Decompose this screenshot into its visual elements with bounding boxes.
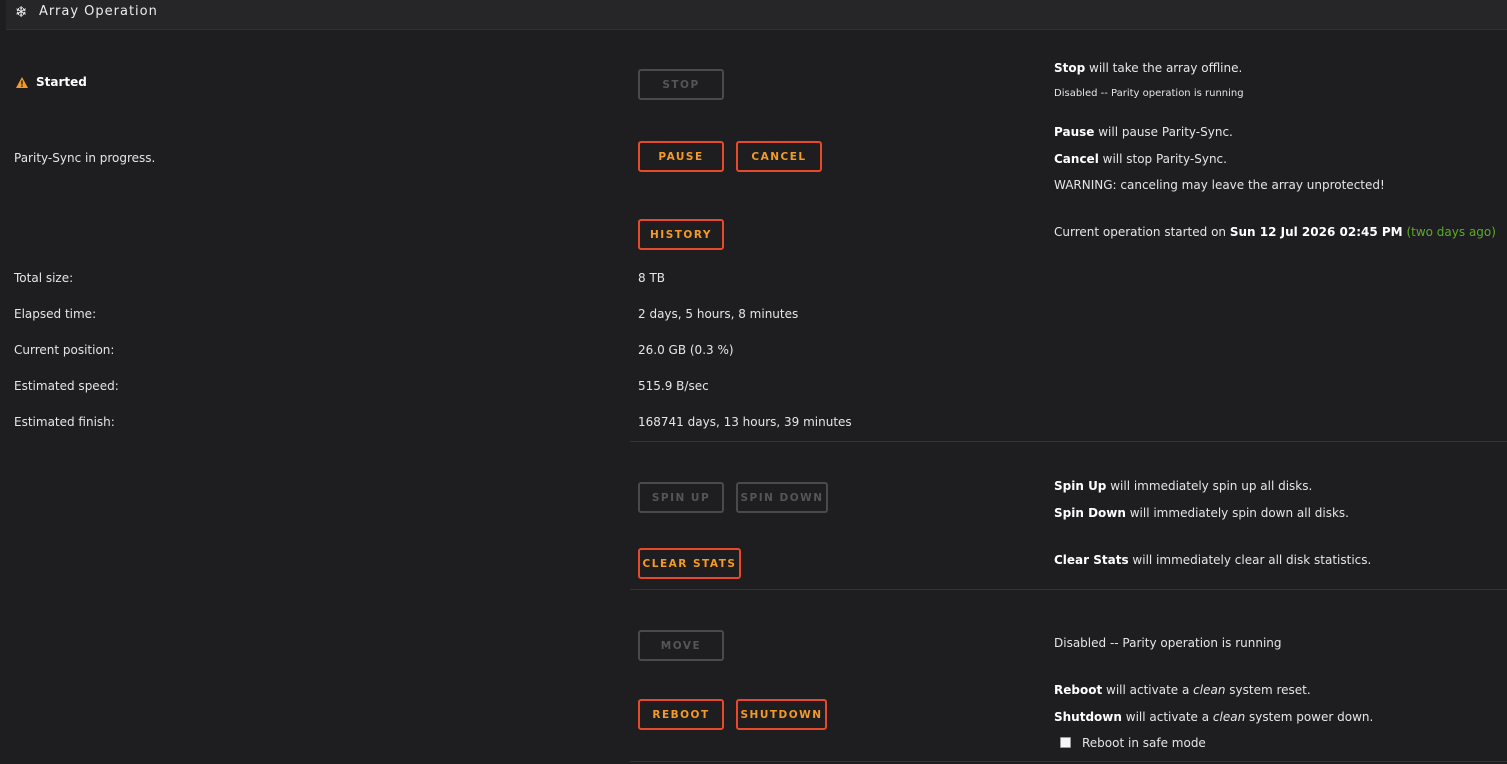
stat-value: 8 TB (638, 271, 666, 285)
shutdown-button[interactable]: SHUTDOWN (736, 699, 827, 730)
spin-down-button[interactable]: SPIN DOWN (736, 482, 828, 513)
stat-value: 168741 days, 13 hours, 39 minutes (638, 415, 852, 429)
array-status-label: Started (36, 75, 87, 89)
pause-help: Pause will pause Parity-Sync. (1054, 125, 1233, 139)
stat-label: Elapsed time: (14, 307, 97, 321)
section-divider (630, 441, 1507, 442)
stat-value: 515.9 B/sec (638, 379, 709, 393)
stat-value: 2 days, 5 hours, 8 minutes (638, 307, 799, 321)
safe-mode-label[interactable]: Reboot in safe mode (1082, 736, 1206, 750)
spin-down-help: Spin Down will immediately spin down all… (1054, 506, 1349, 520)
operation-started-info: Current operation started on Sun 12 Jul … (1054, 225, 1496, 239)
stat-label: Current position: (14, 343, 115, 357)
pause-button[interactable]: PAUSE (638, 141, 724, 172)
stop-button[interactable]: STOP (638, 69, 724, 100)
spin-up-button[interactable]: SPIN UP (638, 482, 724, 513)
section-divider (630, 761, 1507, 762)
spin-up-help: Spin Up will immediately spin up all dis… (1054, 479, 1313, 493)
clear-stats-help: Clear Stats will immediately clear all d… (1054, 553, 1372, 567)
parity-status-label: Parity-Sync in progress. (14, 151, 156, 165)
reboot-help: Reboot will activate a clean system rese… (1054, 683, 1311, 697)
history-button[interactable]: HISTORY (638, 219, 724, 250)
stat-label: Estimated speed: (14, 379, 119, 393)
snowflake-icon: ❄ (15, 3, 28, 21)
shutdown-help: Shutdown will activate a clean system po… (1054, 710, 1374, 724)
cancel-warning: WARNING: canceling may leave the array u… (1054, 178, 1385, 192)
cancel-button[interactable]: CANCEL (736, 141, 822, 172)
stat-value: 26.0 GB (0.3 %) (638, 343, 734, 357)
safe-mode-checkbox[interactable] (1060, 737, 1071, 748)
move-disabled-note: Disabled -- Parity operation is running (1054, 636, 1282, 650)
section-title: Array Operation (39, 4, 158, 19)
clear-stats-button[interactable]: CLEAR STATS (638, 548, 741, 579)
stop-help: Stop will take the array offline. (1054, 61, 1243, 75)
section-header: ❄ Array Operation (6, 0, 1507, 30)
reboot-button[interactable]: REBOOT (638, 699, 724, 730)
move-button[interactable]: MOVE (638, 630, 724, 661)
stat-label: Estimated finish: (14, 415, 115, 429)
section-divider (630, 589, 1507, 590)
warning-icon (16, 77, 28, 88)
stop-disabled-note: Disabled -- Parity operation is running (1054, 88, 1244, 99)
cancel-help: Cancel will stop Parity-Sync. (1054, 152, 1227, 166)
stat-label: Total size: (14, 271, 74, 285)
